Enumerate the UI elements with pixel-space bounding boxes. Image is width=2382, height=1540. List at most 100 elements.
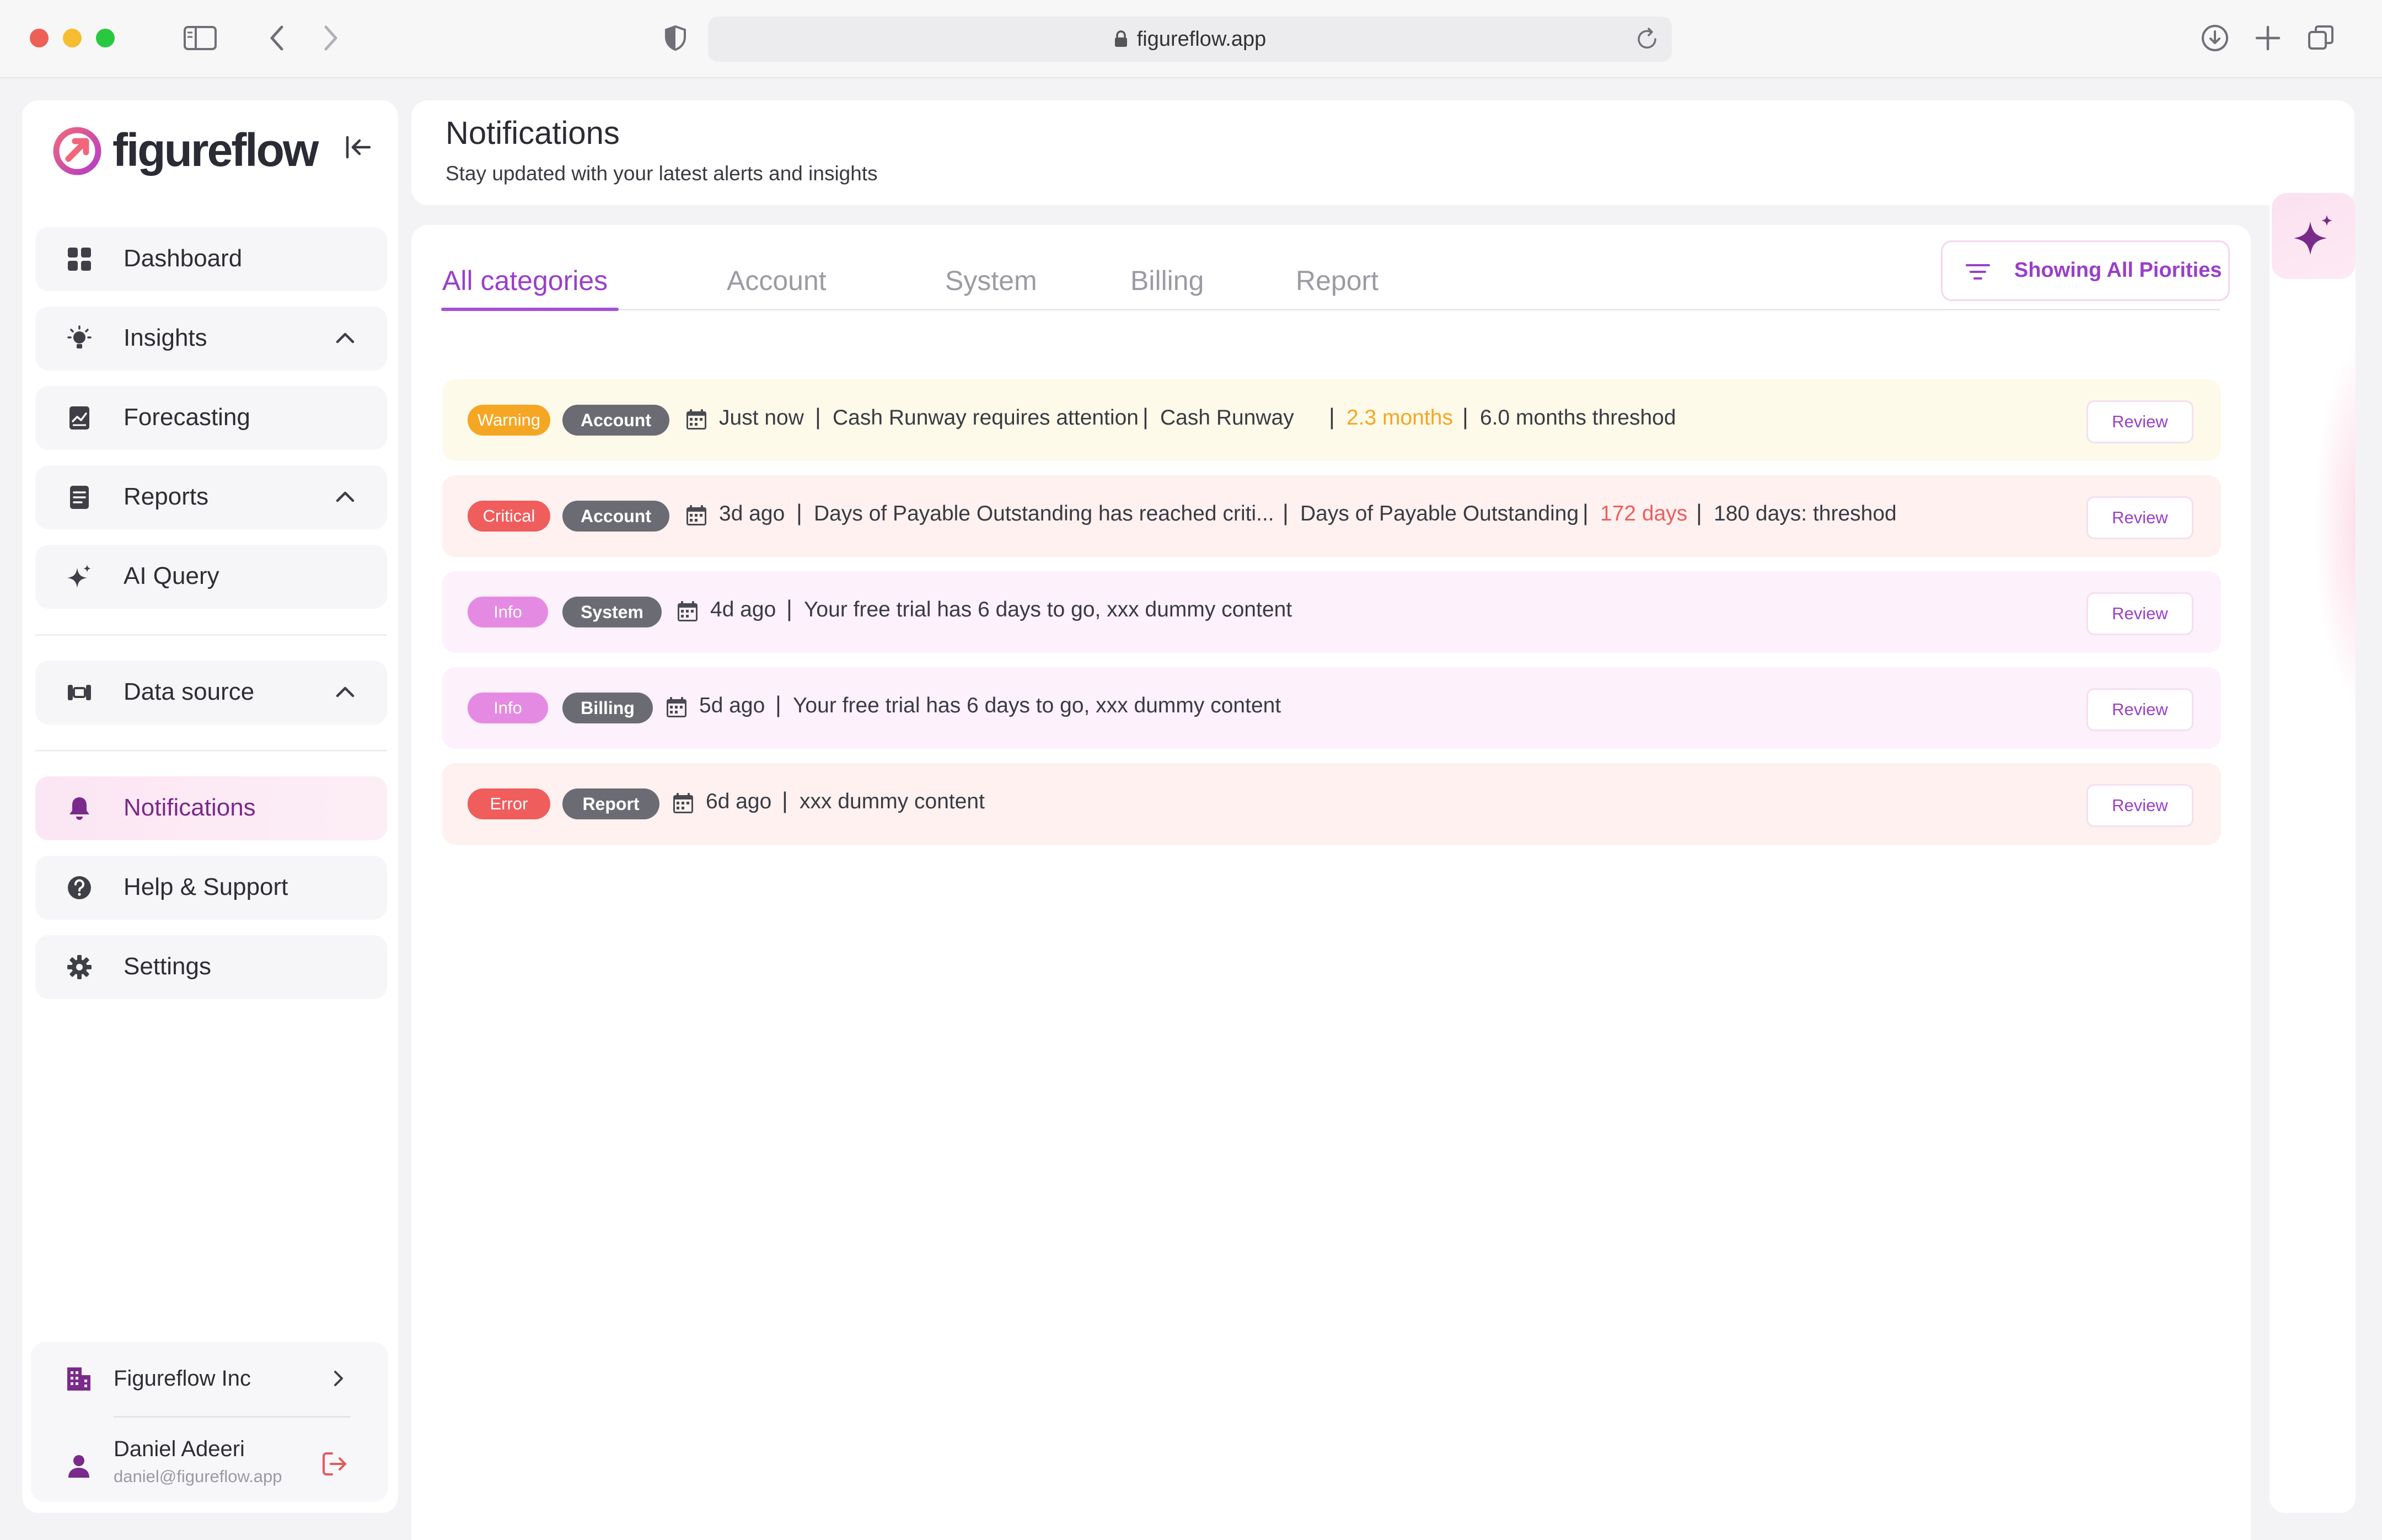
brand-name: figureflow bbox=[112, 124, 319, 176]
user-profile[interactable]: Daniel Adeeri daniel@figureflow.app bbox=[31, 1425, 388, 1496]
sidebar-item-notifications[interactable]: Notifications bbox=[35, 776, 387, 840]
tab-billing[interactable]: Billing bbox=[1130, 265, 1204, 297]
ai-assistant-button[interactable] bbox=[2272, 193, 2356, 279]
notification-row[interactable]: Warning Account Just now | Cash Runway r… bbox=[442, 379, 2221, 461]
calendar-icon bbox=[686, 505, 706, 525]
tab-account[interactable]: Account bbox=[727, 265, 827, 297]
new-tab-icon[interactable] bbox=[2250, 20, 2286, 56]
sidebar-item-label: Reports bbox=[124, 483, 209, 510]
sidebar-item-label: AI Query bbox=[124, 562, 219, 589]
rail-glow bbox=[2314, 331, 2356, 717]
notification-time: 6d ago bbox=[706, 790, 772, 813]
account-card-divider bbox=[114, 1416, 351, 1418]
tab-bar-divider bbox=[441, 309, 2220, 310]
privacy-shield-icon[interactable] bbox=[657, 20, 694, 56]
sparkle-icon bbox=[67, 565, 91, 588]
category-badge: Billing bbox=[562, 693, 653, 723]
sidebar-divider bbox=[35, 750, 387, 752]
browser-chrome: figureflow.app bbox=[0, 0, 2382, 78]
review-button[interactable]: Review bbox=[2086, 496, 2193, 539]
sidebar-toggle-icon[interactable] bbox=[182, 20, 218, 56]
logout-icon[interactable] bbox=[320, 1449, 350, 1479]
notification-time: 3d ago bbox=[719, 502, 785, 525]
tab-report[interactable]: Report bbox=[1296, 265, 1378, 297]
review-button[interactable]: Review bbox=[2086, 592, 2193, 635]
notification-row[interactable]: Info System 4d ago | Your free trial has… bbox=[442, 571, 2221, 653]
sidebar-item-help-support[interactable]: Help & Support bbox=[35, 856, 387, 920]
separator: | bbox=[782, 787, 788, 813]
organization-switcher[interactable]: Figureflow Inc bbox=[31, 1342, 388, 1414]
review-button[interactable]: Review bbox=[2086, 688, 2193, 731]
chevron-up-icon[interactable] bbox=[333, 326, 357, 351]
review-button[interactable]: Review bbox=[2086, 400, 2193, 443]
notification-time: Just now bbox=[719, 406, 804, 430]
notification-message: Your free trial has 6 days to go, xxx du… bbox=[793, 694, 1281, 717]
brand-logo[interactable]: figureflow bbox=[50, 122, 319, 178]
page-title: Notifications bbox=[446, 115, 620, 151]
filter-icon bbox=[1966, 264, 1990, 280]
tab-system[interactable]: System bbox=[945, 265, 1037, 297]
tab-all-categories[interactable]: All categories bbox=[442, 265, 608, 297]
category-badge: System bbox=[562, 597, 662, 627]
separator: | bbox=[775, 691, 781, 717]
help-icon bbox=[68, 876, 91, 899]
category-badge: Report bbox=[562, 788, 659, 819]
separator: | bbox=[1329, 404, 1335, 430]
sidebar-divider bbox=[35, 634, 387, 636]
collapse-sidebar-icon[interactable] bbox=[342, 131, 375, 164]
sidebar-item-reports[interactable]: Reports bbox=[35, 465, 387, 529]
sidebar-item-data-source[interactable]: Data source bbox=[35, 661, 387, 725]
category-badge: Account bbox=[562, 501, 669, 532]
page-subtitle: Stay updated with your latest alerts and… bbox=[446, 162, 878, 185]
url-text: figureflow.app bbox=[1136, 27, 1267, 51]
sidebar-item-label: Settings bbox=[124, 953, 211, 980]
chart-doc-icon bbox=[69, 406, 89, 430]
sidebar-item-ai-query[interactable]: AI Query bbox=[35, 545, 387, 609]
notification-message: Your free trial has 6 days to go, xxx du… bbox=[804, 598, 1292, 621]
address-bar[interactable]: figureflow.app bbox=[708, 17, 1672, 62]
notification-value: 172 days bbox=[1600, 502, 1688, 525]
chevron-up-icon[interactable] bbox=[333, 680, 357, 705]
notification-row[interactable]: Error Report 6d ago | xxx dummy content … bbox=[442, 763, 2221, 845]
priority-badge-info: Info bbox=[468, 693, 548, 723]
tab-overview-icon[interactable] bbox=[2303, 20, 2339, 56]
bell-icon bbox=[69, 797, 89, 820]
notification-row[interactable]: Info Billing 5d ago | Your free trial ha… bbox=[442, 667, 2221, 749]
review-button[interactable]: Review bbox=[2086, 784, 2193, 827]
separator: | bbox=[1283, 500, 1289, 525]
assistant-rail bbox=[2270, 193, 2356, 1513]
sidebar-item-settings[interactable]: Settings bbox=[35, 935, 387, 999]
minimize-window-button[interactable] bbox=[63, 29, 82, 47]
sidebar-item-forecasting[interactable]: Forecasting bbox=[35, 386, 387, 450]
close-window-button[interactable] bbox=[30, 29, 49, 47]
notification-message: Cash Runway requires attention bbox=[833, 406, 1139, 430]
separator: | bbox=[1142, 404, 1149, 430]
priority-filter-button[interactable]: Showing All Piorities bbox=[1941, 240, 2230, 301]
building-icon bbox=[67, 1367, 90, 1391]
download-icon[interactable] bbox=[2197, 20, 2233, 56]
separator: | bbox=[1696, 500, 1702, 525]
calendar-icon bbox=[686, 409, 706, 430]
priority-badge-error: Error bbox=[468, 788, 550, 819]
sidebar-item-label: Notifications bbox=[124, 794, 256, 821]
user-name: Daniel Adeeri bbox=[114, 1437, 245, 1461]
sidebar-item-dashboard[interactable]: Dashboard bbox=[35, 227, 387, 291]
sidebar-item-label: Dashboard bbox=[124, 245, 243, 272]
sidebar-item-label: Help & Support bbox=[124, 873, 288, 900]
reload-icon[interactable] bbox=[1634, 26, 1660, 52]
gear-icon bbox=[67, 955, 92, 979]
priority-filter-label: Showing All Piorities bbox=[2014, 259, 2222, 282]
active-tab-indicator bbox=[441, 308, 619, 311]
back-icon[interactable] bbox=[259, 20, 296, 56]
separator: | bbox=[815, 404, 821, 430]
organization-name: Figureflow Inc bbox=[114, 1366, 251, 1391]
chevron-up-icon[interactable] bbox=[333, 485, 357, 509]
figureflow-logo-icon bbox=[53, 127, 101, 175]
calendar-icon bbox=[678, 601, 698, 621]
zoom-window-button[interactable] bbox=[96, 29, 115, 47]
notification-row[interactable]: Critical Account 3d ago | Days of Payabl… bbox=[442, 475, 2221, 557]
forward-icon[interactable] bbox=[312, 20, 348, 56]
priority-badge-critical: Critical bbox=[468, 501, 550, 532]
sidebar-item-insights[interactable]: Insights bbox=[35, 307, 387, 371]
calendar-icon bbox=[673, 793, 693, 813]
